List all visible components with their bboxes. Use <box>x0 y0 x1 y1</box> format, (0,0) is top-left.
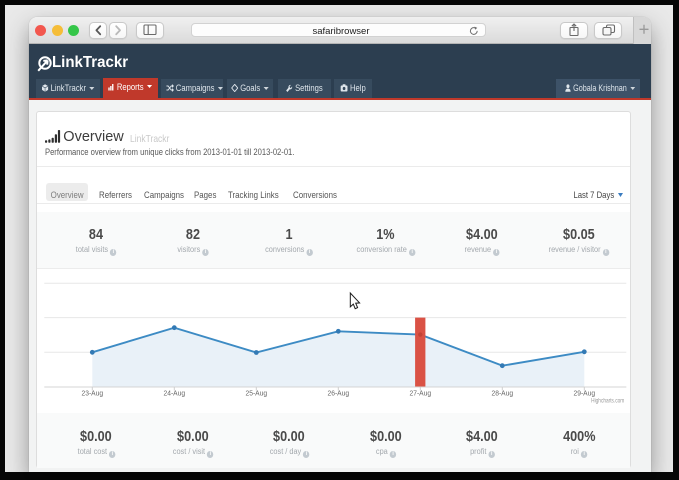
svg-text:23-Aug: 23-Aug <box>81 388 103 397</box>
svg-text:27-Aug: 27-Aug <box>409 388 431 397</box>
svg-text:25-Aug: 25-Aug <box>245 388 267 397</box>
svg-text:24-Aug: 24-Aug <box>163 388 185 397</box>
svg-text:Highcharts.com: Highcharts.com <box>591 398 624 405</box>
svg-text:29-Aug: 29-Aug <box>573 388 595 397</box>
svg-text:28-Aug: 28-Aug <box>491 388 513 397</box>
svg-text:26-Aug: 26-Aug <box>327 388 349 397</box>
